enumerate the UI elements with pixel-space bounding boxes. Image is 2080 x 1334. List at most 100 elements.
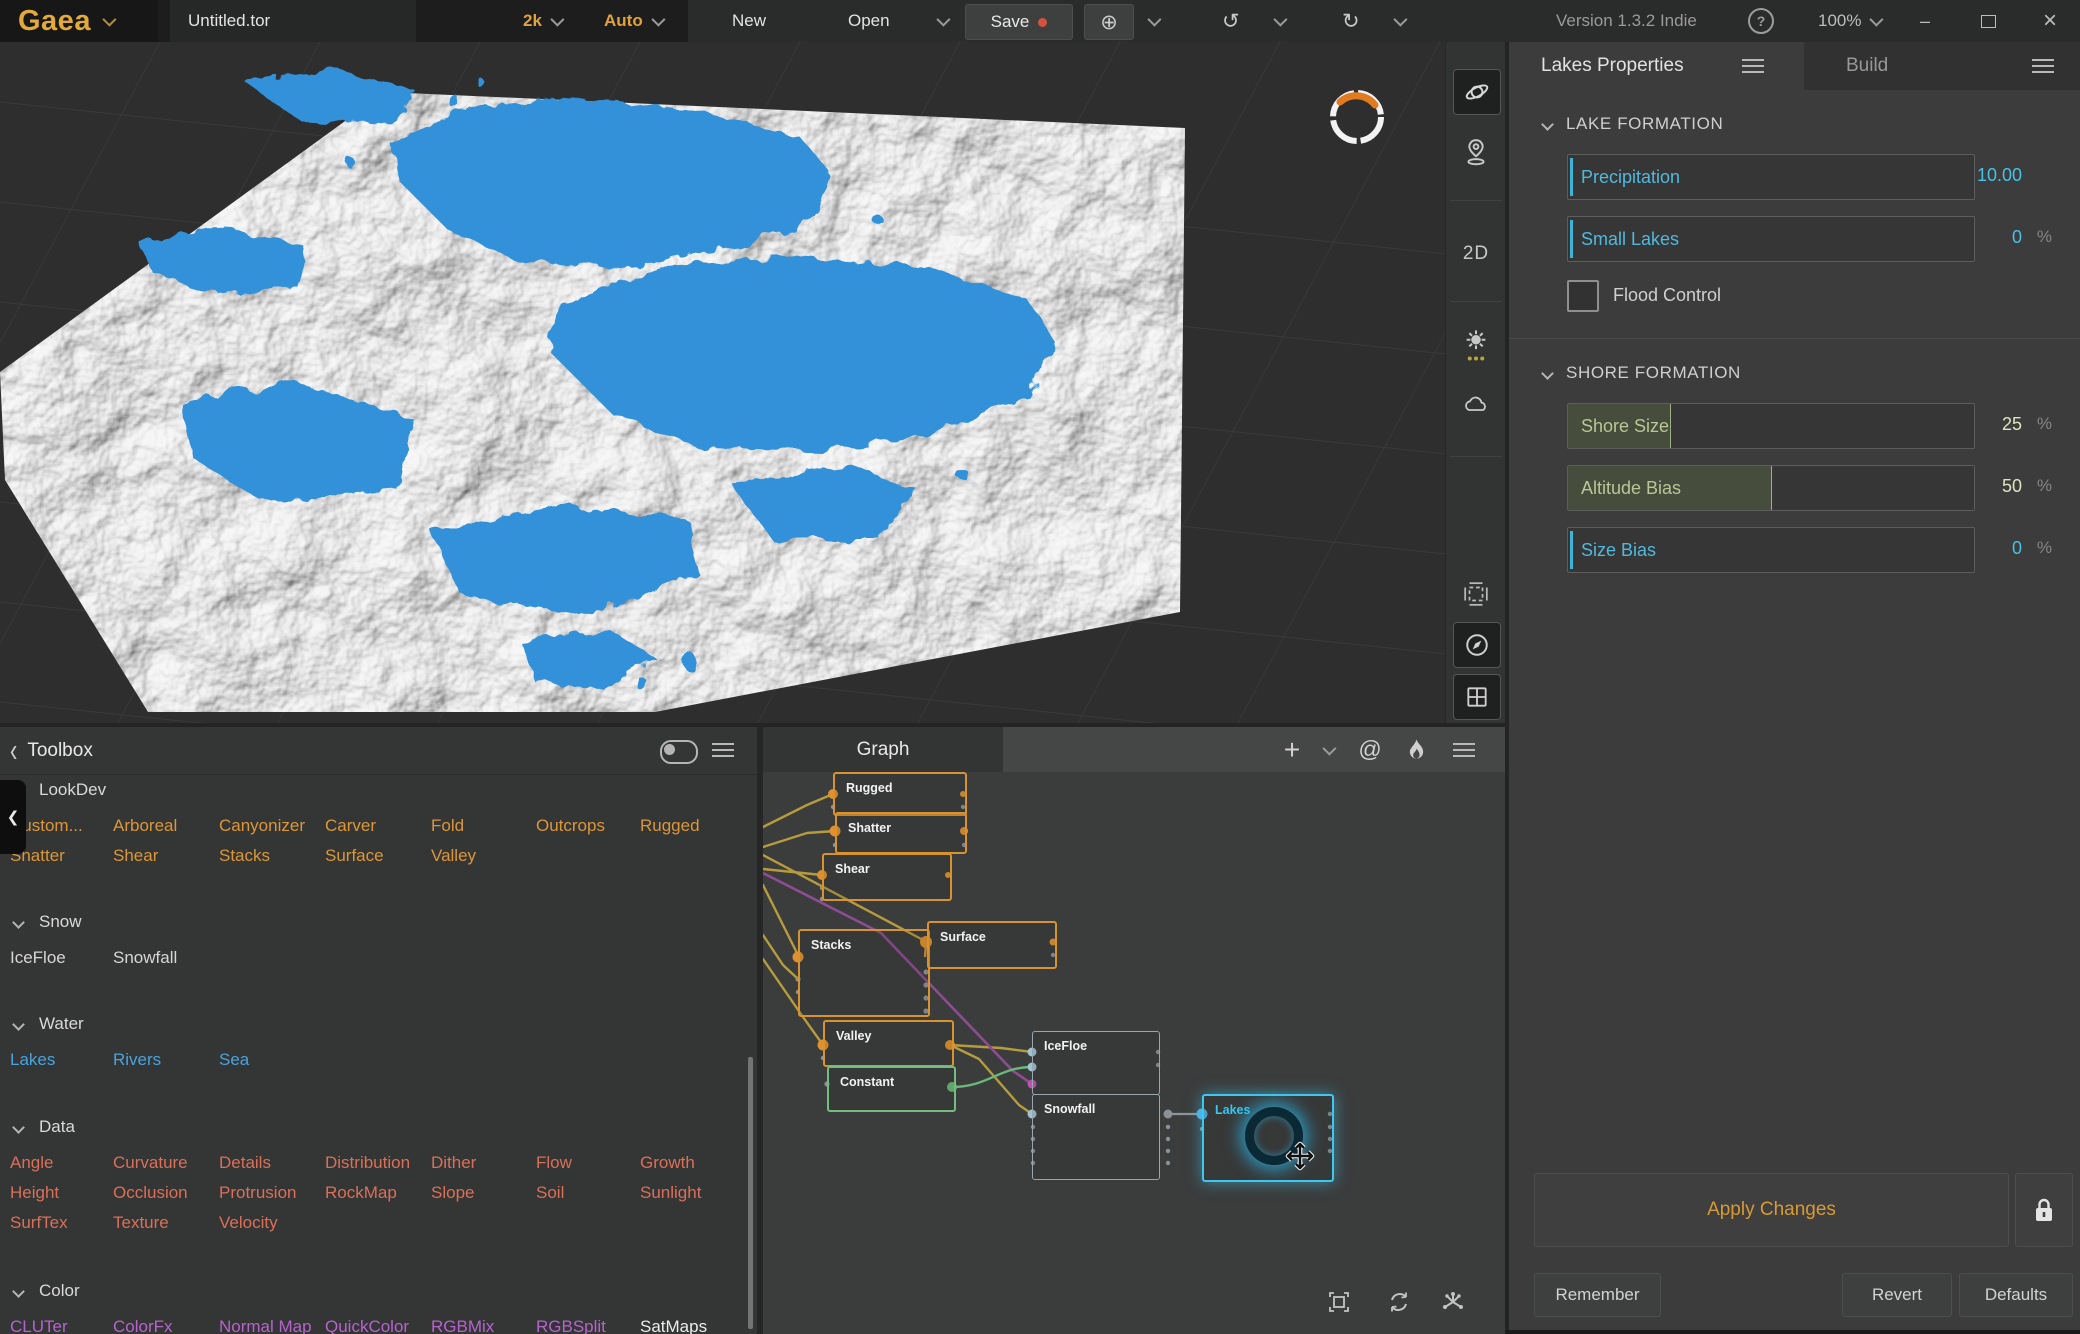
toolbox-item-surftex[interactable]: SurfTex: [10, 1213, 113, 1243]
add-button[interactable]: ⊕: [1084, 4, 1134, 40]
clouds-button[interactable]: [1453, 382, 1499, 426]
resolution-dropdown[interactable]: 2k: [523, 0, 561, 42]
toolbox-item-carver[interactable]: Carver: [325, 816, 431, 846]
zoom-dropdown[interactable]: 100%: [1818, 0, 1880, 42]
toolbox-item-velocity[interactable]: Velocity: [219, 1213, 325, 1243]
section-header[interactable]: LAKE FORMATION: [1543, 114, 2080, 134]
graph-node-icefloe[interactable]: IceFloe: [1032, 1031, 1160, 1095]
apply-changes-button[interactable]: Apply Changes: [1534, 1173, 2009, 1247]
new-button[interactable]: New: [732, 0, 766, 42]
crop-region-button[interactable]: [1453, 572, 1499, 616]
redo-button[interactable]: ↻: [1342, 0, 1360, 42]
toolbox-item-outcrops[interactable]: Outcrops: [536, 816, 640, 846]
toolbox-item-shatter[interactable]: Shatter: [10, 846, 113, 876]
toolbox-item-curvature[interactable]: Curvature: [113, 1153, 219, 1183]
toolbox-scrollbar[interactable]: [748, 1057, 753, 1329]
defaults-button[interactable]: Defaults: [1959, 1273, 2073, 1317]
toolbox-item-surface[interactable]: Surface: [325, 846, 431, 876]
toolbox-item-canyonizer[interactable]: Canyonizer: [219, 816, 325, 846]
graph-panel[interactable]: RuggedShatterShearStacksSurfaceValleyCon…: [763, 723, 1505, 1334]
graph-node-shatter[interactable]: Shatter: [835, 812, 967, 854]
toolbox-item-icefloe[interactable]: IceFloe: [10, 948, 113, 978]
toolbox-item-satmaps[interactable]: SatMaps: [640, 1317, 757, 1334]
help-button[interactable]: ?: [1748, 0, 1774, 42]
graph-menu-button[interactable]: [1449, 727, 1479, 772]
terrain-3d-viewport[interactable]: [0, 42, 1445, 723]
toolbox-item-lakes[interactable]: Lakes: [10, 1050, 113, 1080]
toolbox-item-rgbsplit[interactable]: RGBSplit: [536, 1317, 640, 1334]
tab-lakes-properties[interactable]: Lakes Properties: [1509, 42, 1804, 90]
panel-flyout-tab[interactable]: ❮: [0, 780, 26, 854]
graph-node-shear[interactable]: Shear: [822, 853, 952, 901]
toolbox-item-height[interactable]: Height: [10, 1183, 113, 1213]
maximize-button[interactable]: [1968, 0, 2008, 42]
toolbox-item-shear[interactable]: Shear: [113, 846, 219, 876]
property-value[interactable]: 50: [2002, 455, 2022, 517]
lighting-button[interactable]: [1453, 324, 1499, 368]
location-button[interactable]: [1453, 130, 1499, 174]
toolbox-item-details[interactable]: Details: [219, 1153, 325, 1183]
fit-view-button[interactable]: [1324, 1287, 1354, 1317]
build-menu-icon[interactable]: [2032, 65, 2054, 67]
category-header[interactable]: Data: [14, 1115, 757, 1139]
undo-dropdown-chevron[interactable]: [1274, 0, 1284, 42]
toolbox-item-sunlight[interactable]: Sunlight: [640, 1183, 757, 1213]
toolbox-item-rgbmix[interactable]: RGBMix: [431, 1317, 536, 1334]
toolbox-toggle-icon[interactable]: [660, 740, 698, 764]
checkbox[interactable]: [1567, 280, 1599, 312]
remember-button[interactable]: Remember: [1534, 1273, 1661, 1317]
undo-button[interactable]: ↺: [1222, 0, 1240, 42]
property-slider-field[interactable]: Altitude Bias: [1567, 465, 1975, 511]
toolbox-item-rockmap[interactable]: RockMap: [325, 1183, 431, 1213]
property-slider-field[interactable]: Small Lakes: [1567, 216, 1975, 262]
tab-build[interactable]: Build: [1804, 42, 2080, 90]
toolbox-item-snowfall[interactable]: Snowfall: [113, 948, 219, 978]
property-slider-field[interactable]: Size Bias: [1567, 527, 1975, 573]
compass-button[interactable]: [1453, 622, 1501, 668]
graph-node-constant[interactable]: Constant: [827, 1066, 956, 1112]
toolbox-item-valley[interactable]: Valley: [431, 846, 536, 876]
toolbox-item-rugged[interactable]: Rugged: [640, 816, 757, 846]
property-value[interactable]: 0: [2012, 206, 2022, 268]
toolbox-item-fold[interactable]: Fold: [431, 816, 536, 846]
graph-node-rugged[interactable]: Rugged: [833, 772, 967, 816]
toolbox-item-flow[interactable]: Flow: [536, 1153, 640, 1183]
refresh-graph-button[interactable]: [1384, 1287, 1414, 1317]
add-dropdown-chevron[interactable]: [1148, 0, 1158, 42]
toolbox-item-cluter[interactable]: CLUTer: [10, 1317, 113, 1334]
toolbox-item-stacks[interactable]: Stacks: [219, 846, 325, 876]
properties-menu-icon[interactable]: [1742, 65, 1764, 67]
graph-node-snowfall[interactable]: Snowfall: [1032, 1094, 1160, 1180]
orbit-view-button[interactable]: [1453, 69, 1501, 115]
save-button[interactable]: Save: [965, 4, 1073, 40]
graph-node-stacks[interactable]: Stacks: [798, 929, 930, 1017]
toolbox-item-normal-map[interactable]: Normal Map: [219, 1317, 325, 1334]
auto-layout-button[interactable]: [1438, 1287, 1468, 1317]
toolbox-item-texture[interactable]: Texture: [113, 1213, 219, 1243]
category-header[interactable]: Water: [14, 1012, 757, 1036]
category-header[interactable]: Color: [14, 1279, 757, 1303]
graph-tab[interactable]: Graph: [763, 727, 1003, 772]
toolbox-item-angle[interactable]: Angle: [10, 1153, 113, 1183]
add-node-button[interactable]: +: [1275, 727, 1309, 772]
mention-button[interactable]: @: [1355, 727, 1385, 772]
build-mode-dropdown[interactable]: Auto: [604, 0, 662, 42]
view-2d-button[interactable]: 2D: [1453, 232, 1499, 276]
toolbox-item-sea[interactable]: Sea: [219, 1050, 325, 1080]
toolbox-item-quickcolor[interactable]: QuickColor: [325, 1317, 431, 1334]
toolbox-item-growth[interactable]: Growth: [640, 1153, 757, 1183]
collapse-toolbox-icon[interactable]: ‹: [10, 731, 17, 770]
toolbox-item-arboreal[interactable]: Arboreal: [113, 816, 219, 846]
layout-grid-button[interactable]: [1453, 674, 1501, 720]
toolbox-item-soil[interactable]: Soil: [536, 1183, 640, 1213]
graph-node-valley[interactable]: Valley: [823, 1020, 954, 1067]
toolbox-menu-icon[interactable]: [712, 749, 734, 751]
revert-button[interactable]: Revert: [1842, 1273, 1952, 1317]
property-slider-field[interactable]: Precipitation: [1567, 154, 1975, 200]
category-header[interactable]: Snow: [14, 910, 757, 934]
toolbox-item-occlusion[interactable]: Occlusion: [113, 1183, 219, 1213]
toolbox-item-colorfx[interactable]: ColorFx: [113, 1317, 219, 1334]
toolbox-item-dither[interactable]: Dither: [431, 1153, 536, 1183]
redo-dropdown-chevron[interactable]: [1394, 0, 1404, 42]
property-slider-field[interactable]: Shore Size: [1567, 403, 1975, 449]
